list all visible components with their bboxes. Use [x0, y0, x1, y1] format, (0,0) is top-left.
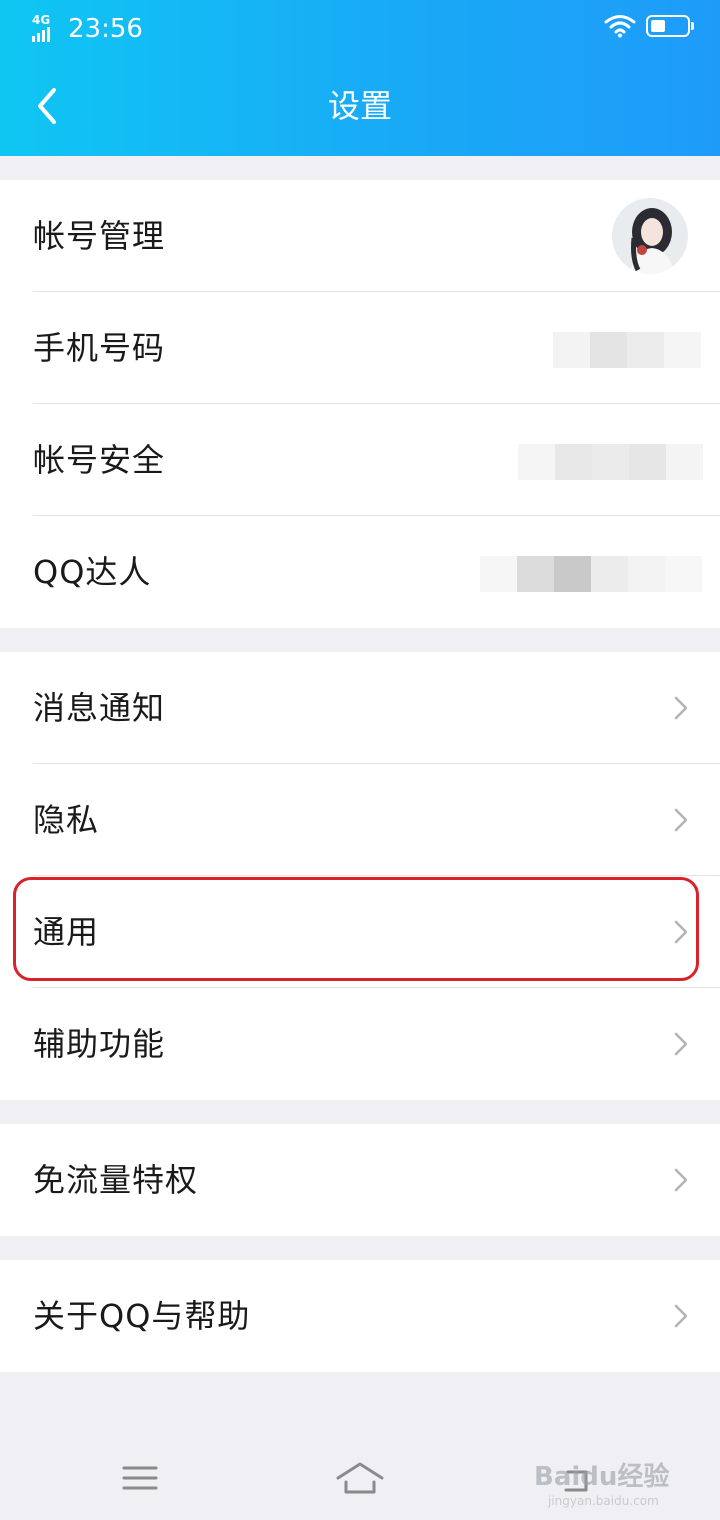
- status-bar-right: [604, 14, 694, 38]
- row-label: 隐私: [33, 801, 100, 839]
- chevron-right-icon: [674, 1032, 688, 1056]
- row-privacy[interactable]: 隐私: [0, 764, 720, 876]
- row-account-security[interactable]: 帐号安全: [0, 404, 720, 516]
- settings-group: 消息通知 隐私 通用 辅助功能: [0, 652, 720, 1100]
- row-phone-number[interactable]: 手机号码: [0, 292, 720, 404]
- qq-expert-value-blurred: [480, 556, 702, 592]
- row-about-help[interactable]: 关于QQ与帮助: [0, 1260, 720, 1372]
- watermark-logo: Baidu经验: [534, 1462, 670, 1492]
- data-free-group: 免流量特权: [0, 1124, 720, 1236]
- cellular-signal-icon: 4G: [32, 14, 56, 44]
- wifi-icon: [604, 15, 636, 38]
- row-label: 消息通知: [33, 689, 166, 727]
- about-group: 关于QQ与帮助: [0, 1260, 720, 1372]
- row-label: 免流量特权: [33, 1161, 199, 1199]
- row-label: 手机号码: [33, 329, 166, 367]
- chevron-right-icon: [674, 808, 688, 832]
- chevron-right-icon: [674, 1304, 688, 1328]
- title-bar: 4G 23:56 设置: [0, 0, 720, 156]
- row-label: QQ达人: [33, 553, 152, 591]
- account-group: 帐号管理 手机号码 帐号安全 QQ达人: [0, 180, 720, 628]
- avatar: [612, 198, 688, 274]
- baidu-watermark: Baidu经验 jingyan.baidu.com: [534, 1440, 684, 1508]
- row-label: 帐号安全: [33, 441, 166, 479]
- phone-number-value-blurred: [553, 332, 701, 368]
- page-title: 设置: [327, 87, 392, 125]
- chevron-right-icon: [674, 696, 688, 720]
- menu-icon[interactable]: [110, 1458, 170, 1498]
- row-accessibility[interactable]: 辅助功能: [0, 988, 720, 1100]
- battery-icon: [646, 15, 694, 37]
- watermark-url: jingyan.baidu.com: [548, 1494, 659, 1508]
- row-account-management[interactable]: 帐号管理: [0, 180, 720, 292]
- account-security-value-blurred: [518, 444, 703, 480]
- home-icon[interactable]: [330, 1458, 390, 1498]
- row-label: 关于QQ与帮助: [33, 1297, 251, 1335]
- row-qq-expert[interactable]: QQ达人: [0, 516, 720, 628]
- status-bar-left: 4G 23:56: [32, 12, 143, 46]
- highlight-annotation: [13, 877, 699, 981]
- row-data-free-privilege[interactable]: 免流量特权: [0, 1124, 720, 1236]
- chevron-right-icon: [674, 1168, 688, 1192]
- row-label: 辅助功能: [33, 1025, 166, 1063]
- row-notifications[interactable]: 消息通知: [0, 652, 720, 764]
- network-type: 4G: [32, 13, 51, 27]
- row-label: 帐号管理: [33, 217, 166, 255]
- clock: 23:56: [68, 14, 143, 44]
